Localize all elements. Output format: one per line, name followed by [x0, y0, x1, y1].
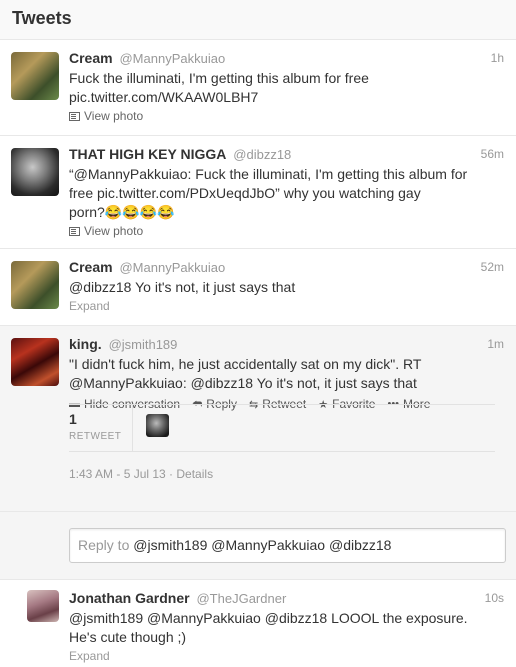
reply-handles: @jsmith189 @MannyPakkuiao @dibzz18	[133, 537, 392, 553]
tweet-fullname[interactable]: THAT HIGH KEY NIGGA	[69, 146, 226, 162]
avatar[interactable]	[27, 590, 59, 622]
retweeter-avatar[interactable]	[146, 414, 169, 437]
tweet-stats: 1 RETWEET	[69, 404, 495, 452]
tweet-item[interactable]: Jonathan Gardner @TheJGardner 10s @jsmit…	[0, 580, 516, 667]
tweet-time[interactable]: 1m	[487, 337, 504, 351]
avatar[interactable]	[11, 148, 59, 196]
tweet-datetime[interactable]: 1:43 AM - 5 Jul 13 · Details	[69, 467, 213, 481]
tweets-header: Tweets	[0, 0, 516, 40]
tweet-text: “@MannyPakkuiao: Fuck the illuminati, I'…	[69, 166, 468, 220]
expand-link[interactable]: Expand	[69, 649, 504, 663]
tweet-username[interactable]: @dibzz18	[233, 147, 291, 162]
tweet-time[interactable]: 1h	[491, 51, 504, 65]
view-photo-link[interactable]: View photo	[69, 224, 504, 238]
avatar[interactable]	[11, 52, 59, 100]
tweet-username[interactable]: @jsmith189	[109, 337, 178, 352]
reply-input[interactable]: Reply to @jsmith189 @MannyPakkuiao @dibz…	[69, 528, 506, 563]
tweet-item[interactable]: THAT HIGH KEY NIGGA @dibzz18 56m “@Manny…	[0, 136, 516, 249]
expand-link[interactable]: Expand	[69, 299, 504, 313]
retweet-label: RETWEET	[69, 431, 122, 442]
tweet-fullname[interactable]: king.	[69, 336, 102, 352]
tweet-text: "I didn't fuck him, he just accidentally…	[69, 356, 422, 391]
photo-icon	[69, 226, 80, 236]
view-photo-link[interactable]: View photo	[69, 109, 504, 123]
avatar[interactable]	[11, 261, 59, 309]
tweet-fullname[interactable]: Cream	[69, 50, 113, 66]
tweet-text: @jsmith189 @MannyPakkuiao @dibzz18 LOOOL…	[69, 610, 468, 645]
tweet-text: Fuck the illuminati, I'm getting this al…	[69, 70, 369, 105]
tweet-fullname[interactable]: Jonathan Gardner	[69, 590, 190, 606]
tweet-item-expanded[interactable]: king. @jsmith189 1m "I didn't fuck him, …	[0, 326, 516, 512]
reply-section: Reply to @jsmith189 @MannyPakkuiao @dibz…	[0, 512, 516, 580]
stats-divider	[132, 405, 133, 451]
avatar[interactable]	[11, 338, 59, 386]
tweet-fullname[interactable]: Cream	[69, 259, 113, 275]
tweet-item[interactable]: Cream @MannyPakkuiao 52m @dibzz18 Yo it'…	[0, 249, 516, 326]
tweet-item[interactable]: Cream @MannyPakkuiao 1h Fuck the illumin…	[0, 40, 516, 136]
tweet-time[interactable]: 10s	[485, 591, 504, 605]
tweet-time[interactable]: 56m	[481, 147, 504, 161]
photo-icon	[69, 111, 80, 121]
tweet-text: @dibzz18 Yo it's not, it just says that	[69, 279, 296, 295]
tweets-title: Tweets	[12, 8, 72, 28]
tweet-username[interactable]: @MannyPakkuiao	[119, 51, 225, 66]
tweet-time[interactable]: 52m	[481, 260, 504, 274]
tweet-username[interactable]: @MannyPakkuiao	[119, 260, 225, 275]
tweet-username[interactable]: @TheJGardner	[196, 591, 286, 606]
retweet-count[interactable]: 1	[69, 411, 77, 427]
reply-prefix: Reply to	[78, 537, 130, 553]
